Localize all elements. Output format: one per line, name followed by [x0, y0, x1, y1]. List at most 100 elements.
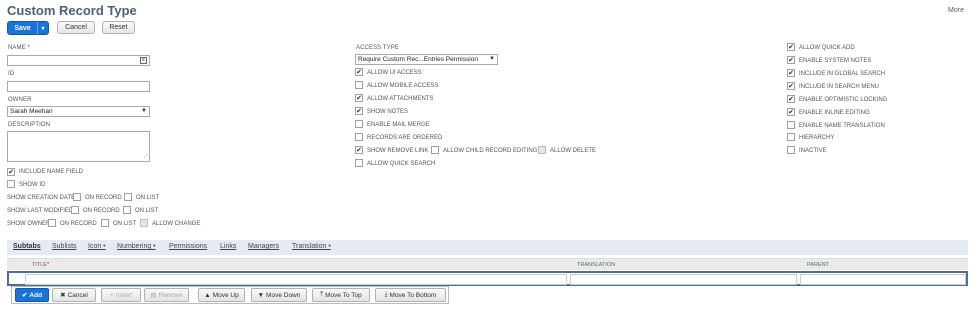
parent-cell-input[interactable]: [800, 274, 966, 285]
enable-name-translation-checkbox[interactable]: [787, 121, 795, 129]
arrow-down-icon: ▼: [257, 291, 265, 299]
inactive-checkbox[interactable]: [787, 146, 795, 154]
show-id-label: SHOW ID: [19, 182, 46, 188]
enable-optimistic-locking-label: ENABLE OPTIMISTIC LOCKING: [799, 97, 888, 103]
allow-quick-search-checkbox[interactable]: [355, 159, 363, 167]
allow-quick-add-checkbox[interactable]: ✔: [787, 43, 795, 51]
arrow-bottom-icon: ⤓: [384, 291, 388, 298]
tab-managers[interactable]: Managers: [248, 243, 279, 250]
tab-numbering[interactable]: Numbering •: [117, 243, 156, 250]
tab-icon[interactable]: Icon •: [88, 243, 106, 250]
reset-button[interactable]: Reset: [102, 21, 135, 34]
allow-quick-add-label: ALLOW QUICK ADD: [799, 45, 855, 51]
enable-mail-merge-checkbox[interactable]: [355, 120, 363, 128]
save-button[interactable]: Save ▾: [7, 21, 49, 35]
subtab-bar: Subtabs Sublists Icon • Numbering • Perm…: [7, 240, 968, 255]
allow-mobile-access-label: ALLOW MOBILE ACCESS: [367, 83, 439, 89]
enable-system-notes-checkbox[interactable]: ✔: [787, 56, 795, 64]
owner-allow-change-checkbox: [140, 219, 148, 227]
include-in-search-menu-checkbox[interactable]: ✔: [787, 82, 795, 90]
close-icon: ✖: [60, 292, 66, 299]
move-to-top-button[interactable]: ⤒ Move To Top: [312, 288, 370, 302]
modified-on-record-checkbox[interactable]: [71, 206, 79, 214]
allow-delete-checkbox: [538, 146, 546, 154]
resize-handle-icon[interactable]: ⟋: [144, 154, 148, 161]
move-down-button[interactable]: ▼ Move Down: [251, 288, 307, 302]
remove-button: ▤ Remove: [144, 288, 189, 302]
tab-subtabs[interactable]: Subtabs: [13, 243, 41, 250]
tab-links[interactable]: Links: [220, 243, 236, 250]
show-id-checkbox[interactable]: [7, 180, 15, 188]
allow-attachments-checkbox[interactable]: ✔: [355, 94, 363, 102]
move-up-button[interactable]: ▲ Move Up: [198, 288, 245, 302]
translation-cell-input[interactable]: [570, 274, 797, 285]
include-name-field-label: INCLUDE NAME FIELD: [19, 169, 84, 175]
page-title: Custom Record Type: [7, 3, 137, 18]
allow-child-record-editing-label: ALLOW CHILD RECORD EDITING: [443, 148, 538, 154]
cancel-line-button[interactable]: ✖ Cancel: [52, 288, 96, 302]
description-textarea[interactable]: ⟋: [7, 131, 150, 162]
name-input[interactable]: ≡: [7, 55, 150, 66]
more-link[interactable]: More: [948, 7, 964, 14]
enable-inline-editing-checkbox[interactable]: ✔: [787, 108, 795, 116]
move-to-bottom-button[interactable]: ⤓ Move To Bottom: [375, 288, 446, 302]
move-to-bottom-label: Move To Bottom: [389, 291, 437, 299]
include-in-global-search-checkbox[interactable]: ✔: [787, 69, 795, 77]
cancel-line-label: Cancel: [67, 291, 88, 299]
allow-attachments-label: ALLOW ATTACHMENTS: [367, 96, 434, 102]
name-label: NAME *: [8, 45, 30, 51]
show-remove-link-label: SHOW REMOVE LINK: [367, 148, 429, 154]
tab-translation[interactable]: Translation •: [292, 243, 331, 250]
insert-button: + Insert: [101, 288, 141, 302]
hierarchy-checkbox[interactable]: [787, 133, 795, 141]
access-type-select[interactable]: Require Custom Rec...Entries Permission …: [355, 54, 498, 65]
id-input[interactable]: [7, 81, 150, 92]
creation-on-record-label: ON RECORD: [85, 195, 122, 201]
include-name-field-checkbox[interactable]: ✔: [7, 168, 15, 176]
enable-name-translation-label: ENABLE NAME TRANSLATION: [799, 123, 885, 129]
include-in-global-search-label: INCLUDE IN GLOBAL SEARCH: [799, 71, 886, 77]
creation-on-record-checkbox[interactable]: [73, 193, 81, 201]
include-in-search-menu-label: INCLUDE IN SEARCH MENU: [799, 84, 880, 90]
show-owner-label: SHOW OWNER: [7, 221, 51, 227]
allow-child-record-editing-checkbox[interactable]: [431, 146, 439, 154]
creation-on-list-checkbox[interactable]: [124, 193, 132, 201]
arrow-top-icon: ⤒: [320, 291, 324, 298]
owner-select[interactable]: Sarah Meehan ▼: [7, 106, 150, 117]
sublist-edit-row: [7, 271, 968, 286]
cancel-button[interactable]: Cancel: [57, 21, 95, 34]
title-cell-input[interactable]: [25, 274, 567, 285]
col-title-header: TITLE*: [32, 262, 49, 268]
owner-on-list-checkbox[interactable]: [101, 219, 109, 227]
modified-on-list-label: ON LIST: [135, 208, 159, 214]
records-are-ordered-label: RECORDS ARE ORDERED: [367, 135, 443, 141]
show-remove-link-checkbox[interactable]: ✔: [355, 146, 363, 154]
modified-on-list-checkbox[interactable]: [123, 206, 131, 214]
save-menu-arrow-icon[interactable]: ▾: [37, 22, 48, 34]
show-notes-checkbox[interactable]: ✔: [355, 107, 363, 115]
tab-sublists[interactable]: Sublists: [52, 243, 77, 250]
sublist-header: TITLE* TRANSLATION PARENT: [7, 258, 968, 270]
trash-icon: ▤: [150, 292, 157, 299]
move-down-label: Move Down: [266, 291, 301, 299]
check-icon: ✔: [21, 292, 28, 299]
allow-ui-access-checkbox[interactable]: ✔: [355, 68, 363, 76]
owner-label: OWNER: [8, 97, 32, 103]
required-mark: *: [27, 45, 30, 51]
inactive-label: INACTIVE: [799, 148, 827, 154]
add-button[interactable]: ✔ Add: [15, 288, 49, 302]
hierarchy-label: HIERARCHY: [799, 135, 835, 141]
tab-permissions[interactable]: Permissions: [169, 243, 207, 250]
owner-on-record-checkbox[interactable]: [48, 219, 56, 227]
records-are-ordered-checkbox[interactable]: [355, 133, 363, 141]
field-help-icon[interactable]: ≡: [140, 57, 147, 64]
allow-mobile-access-checkbox[interactable]: [355, 81, 363, 89]
show-creation-date-label: SHOW CREATION DATE: [7, 195, 76, 201]
save-label[interactable]: Save: [8, 25, 37, 32]
enable-optimistic-locking-checkbox[interactable]: ✔: [787, 95, 795, 103]
move-up-label: Move Up: [212, 291, 239, 299]
enable-mail-merge-label: ENABLE MAIL MERGE: [367, 122, 430, 128]
allow-quick-search-label: ALLOW QUICK SEARCH: [367, 161, 436, 167]
id-label: ID: [8, 71, 15, 77]
modified-on-record-label: ON RECORD: [83, 208, 120, 214]
